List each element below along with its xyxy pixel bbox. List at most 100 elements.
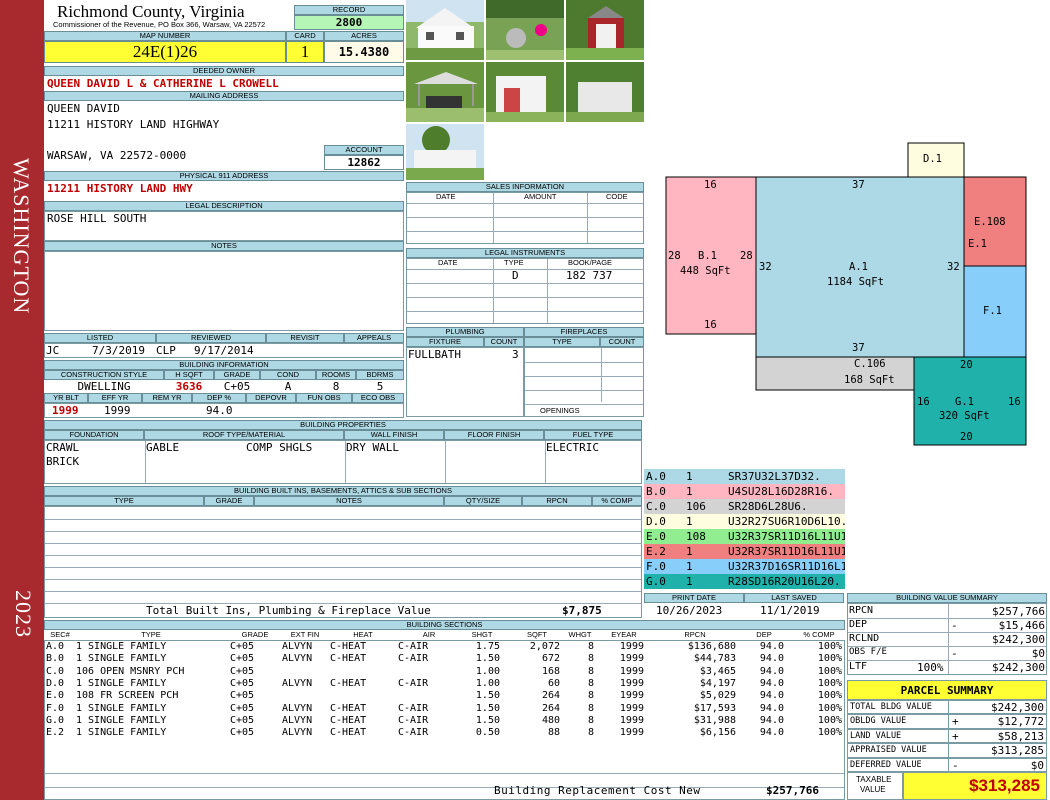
mailing-line2: 11211 HISTORY LAND HIGHWAY	[47, 118, 220, 131]
legend-count: 1	[686, 485, 693, 498]
tax-year: 2023	[11, 590, 36, 638]
section-cell: B.0	[46, 653, 65, 665]
section-cell: 8	[587, 677, 594, 689]
account-header: ACCOUNT	[324, 145, 404, 155]
section-cell: C-HEAT	[330, 641, 367, 652]
parcel-row: OBLDG VALUE + $12,772	[847, 714, 1047, 729]
sketch-labels: D.1 16 37 E.108 E.1 28 B.1 28 448 SqFt 3…	[646, 0, 1050, 466]
section-cell: 1.50	[475, 690, 500, 702]
grade-header: GRADE	[214, 370, 260, 380]
sketch-label: 37	[852, 179, 865, 191]
section-col-header: TYPE	[141, 630, 161, 639]
section-col-header: SQFT	[527, 630, 547, 639]
section-cell: C+05	[230, 665, 255, 677]
building-sections-header: BUILDING SECTIONS	[44, 620, 845, 630]
section-col-header: % COMP	[803, 630, 835, 639]
rpcn-value: $257,766	[992, 605, 1045, 618]
section-row: C.0 106 OPEN MSNRY PCH C+05 1.00 168 8 1999 $3,…	[44, 666, 845, 678]
construction-style-header: CONSTRUCTION STYLE	[44, 370, 164, 380]
section-cell: 2,072	[529, 641, 560, 652]
house-front-photo	[406, 0, 484, 60]
legend-row: G.0 1 R28SD16R20U16L20.	[644, 574, 845, 589]
shed-photo	[566, 0, 644, 60]
rem-yr-header: REM YR	[142, 393, 192, 403]
parcel-row: DEFERRED VALUE - $0	[847, 757, 1047, 772]
section-cell: 94.0	[759, 653, 784, 665]
district-name: WASHINGTON	[9, 158, 34, 315]
section-cell: 1999	[619, 653, 644, 665]
listed-header: LISTED	[44, 333, 156, 343]
sketch-label: 32	[947, 261, 960, 273]
house-rear-photo	[406, 124, 484, 180]
openings-label: OPENINGS	[540, 406, 580, 415]
section-cell: 8	[587, 653, 594, 665]
map-number-header: MAP NUMBER	[44, 31, 286, 41]
hsqft-header: H SQFT	[164, 370, 214, 380]
rpcn-label: RPCN	[849, 605, 874, 616]
parcel-value: $242,300	[991, 701, 1044, 714]
section-cell: C+05	[230, 641, 255, 652]
sketch-label: C.106	[854, 358, 886, 370]
section-cell: 264	[541, 702, 560, 714]
sketch-label: 28	[668, 250, 681, 262]
parcel-value: $313,285	[991, 744, 1044, 758]
section-cell: 94.0	[759, 641, 784, 652]
section-cell: C-AIR	[398, 641, 429, 652]
cond-header: COND	[260, 370, 316, 380]
legend-count: 1	[686, 470, 693, 483]
physical-address-header: PHYSICAL 911 ADDRESS	[44, 171, 404, 181]
section-cell: $44,783	[693, 653, 736, 665]
legend-count: 1	[686, 515, 693, 528]
section-cell: 1999	[619, 714, 644, 726]
fixture-header: FIXTURE	[406, 337, 484, 347]
district-sidebar: WASHINGTON 2023	[0, 0, 44, 800]
section-cell: C+05	[230, 653, 255, 665]
section-cell: C-HEAT	[330, 702, 367, 714]
outbuilding-photo	[486, 62, 564, 122]
section-cell: 1999	[619, 641, 644, 652]
carport-photo	[406, 62, 484, 122]
section-cell: $31,988	[693, 714, 736, 726]
legend-description: R28SD16R20U16L20.	[728, 575, 841, 588]
legend-count: 108	[686, 530, 706, 543]
record-value: 2800	[294, 15, 404, 30]
section-cell: 1.75	[475, 641, 500, 652]
parcel-rows: TOTAL BLDG VALUE $242,300 OBLDG VALUE + $12,…	[847, 700, 1047, 772]
section-cell: 8	[587, 641, 594, 652]
section-cell: 1 SINGLE FAMILY	[76, 653, 167, 665]
notes-box	[44, 251, 404, 331]
fireplaces-header: FIREPLACES	[524, 327, 644, 337]
section-cell: 1999	[619, 677, 644, 689]
section-cell: G.0	[46, 714, 65, 726]
bi-qty-header: QTY/SIZE	[444, 496, 522, 506]
section-cell: C-HEAT	[330, 677, 367, 689]
section-cell: 1.50	[475, 653, 500, 665]
garden-photo	[486, 0, 564, 60]
fp-count-header: COUNT	[600, 337, 644, 347]
sales-information: SALES INFORMATION DATE AMOUNT CODE	[406, 182, 644, 244]
parcel-summary: PARCEL SUMMARY TOTAL BLDG VALUE $242,300 O…	[847, 680, 1047, 800]
section-cell: 8	[587, 702, 594, 714]
legend-description: U32R37SR11D16L11U16.	[728, 545, 845, 558]
card-number: 1	[286, 41, 324, 63]
parcel-sign: -	[952, 758, 959, 772]
foundation-header: FOUNDATION	[44, 430, 144, 440]
section-row: A.0 1 SINGLE FAMILY C+05 ALVYN C-HEAT C-AIR 1.…	[44, 641, 845, 653]
legend-row: E.0 108 U32R37SR11D16L11U16.	[644, 529, 845, 544]
section-cell: 100%	[817, 653, 842, 665]
taxable-label-1: TAXABLE	[856, 775, 892, 784]
print-dates: PRINT DATE LAST SAVED 10/26/2023 11/1/20…	[644, 593, 844, 619]
section-col-header: WHGT	[568, 630, 592, 639]
parcel-label: LAND VALUE	[850, 730, 902, 741]
eff-yr-header: EFF YR	[88, 393, 142, 403]
cond-value: A	[284, 380, 292, 393]
fun-obs-header: FUN OBS	[296, 393, 352, 403]
obs-sign: -	[951, 647, 958, 660]
taxable-label-2: VALUE	[860, 785, 886, 794]
parcel-row: LAND VALUE + $58,213	[847, 728, 1047, 744]
sketch-label: 20	[960, 359, 973, 371]
legend-row: E.2 1 U32R37SR11D16L11U16.	[644, 544, 845, 559]
legend-code: D.0	[646, 515, 666, 528]
mailing-header: MAILING ADDRESS	[44, 91, 404, 101]
dep-label: DEP	[849, 619, 868, 630]
